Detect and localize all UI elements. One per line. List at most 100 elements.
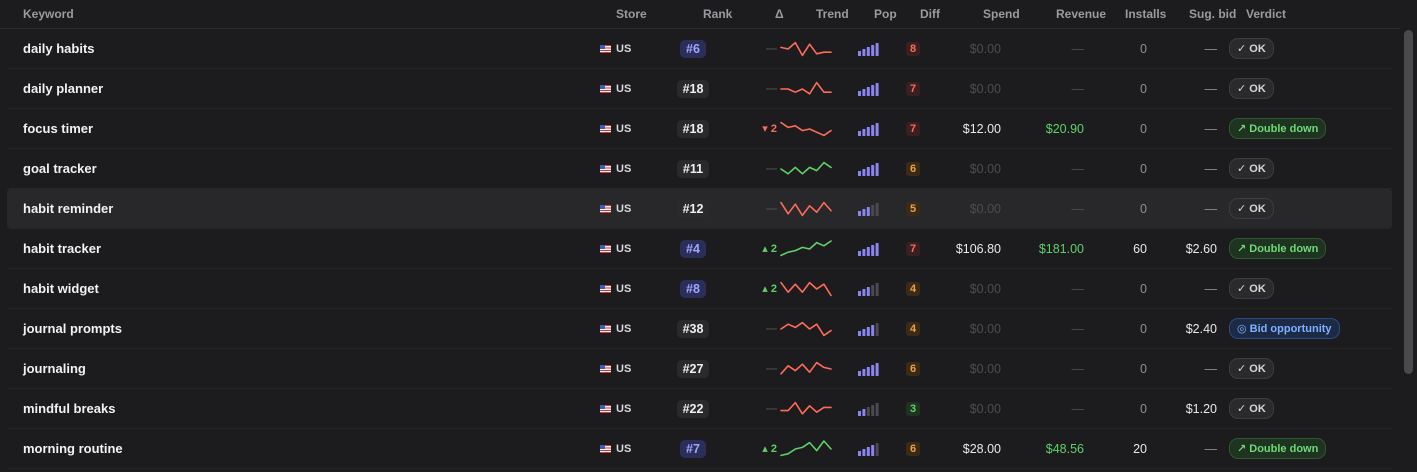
pop-bar [866,86,870,96]
rank-delta: — [737,389,777,428]
verdict-badge[interactable]: ✓ OK [1229,358,1274,379]
verdict-cell[interactable]: ✓ OK [1229,269,1274,308]
col-sug-bid[interactable]: Sug. bid [1189,7,1236,21]
col-spend[interactable]: Spend [983,7,1020,21]
revenue-text: — [1071,81,1085,96]
col-verdict[interactable]: Verdict [1246,7,1286,21]
difficulty-cell: 7 [903,69,923,108]
verdict-badge[interactable]: ✓ OK [1229,38,1274,59]
revenue-text: — [1071,281,1085,296]
trend-sparkline [780,109,834,148]
verdict-badge[interactable]: ↗ Double down [1229,118,1327,139]
table-row[interactable]: goal tracker US #11 — 6 $0.00 — 0 — ✓ OK [7,149,1392,189]
keyword-cell[interactable]: goal tracker [23,149,97,188]
table-row[interactable]: focus timer US #18 ▾ 2 7 $12.00 $20.90 0 — ↗ Doub… [7,109,1392,149]
verdict-badge[interactable]: ↗ Double down [1229,438,1327,459]
keyword-cell[interactable]: morning routine [23,429,123,468]
keyword-cell[interactable]: habit tracker [23,229,101,268]
difficulty-cell: 6 [903,349,923,388]
table-row[interactable]: morning routine US #7 ▴ 2 6 $28.00 $48.56 20 — ↗ … [7,429,1392,469]
col-diff[interactable]: Diff [920,7,940,21]
signal-icon [858,82,879,96]
verdict-badge[interactable]: ✓ OK [1229,398,1274,419]
keyword-cell[interactable]: habit widget [23,269,99,308]
col-pop[interactable]: Pop [874,7,897,21]
suggested-bid-cell: — [1157,69,1218,108]
keyword-cell[interactable]: daily habits [23,29,95,68]
verdict-badge[interactable]: ◎ Bid opportunity [1229,318,1340,339]
table-row[interactable]: habit reminder US #12 — 5 $0.00 — 0 — ✓ OK [7,189,1392,229]
verdict-cell[interactable]: ✓ OK [1229,189,1274,228]
pop-bar [858,410,861,416]
verdict-cell[interactable]: ◎ Bid opportunity [1229,309,1340,348]
sparkline-line [780,121,832,136]
verdict-badge[interactable]: ✓ OK [1229,158,1274,179]
trend-sparkline [780,229,834,268]
suggested-bid-text: $2.40 [1185,321,1217,336]
keyword-text: habit widget [23,281,99,296]
installs-cell: 0 [1107,189,1147,228]
trend-sparkline [780,389,834,428]
keyword-cell[interactable]: mindful breaks [23,389,115,428]
table-row[interactable]: habit widget US #8 ▴ 2 4 $0.00 — 0 — ✓ OK [7,269,1392,309]
verdict-cell[interactable]: ✓ OK [1229,349,1274,388]
pop-bar [875,402,879,416]
col-rank[interactable]: Rank [703,7,732,21]
pop-bar [875,322,879,336]
sparkline-line [780,321,832,336]
installs-text: 0 [1140,281,1147,296]
table-row[interactable]: mindful breaks US #22 — 3 $0.00 — 0 $1.20 ✓ OK [7,389,1392,429]
verdict-cell[interactable]: ✓ OK [1229,389,1274,428]
col-installs[interactable]: Installs [1125,7,1166,21]
keyword-cell[interactable]: journal prompts [23,309,122,348]
spend-cell: $0.00 [927,189,1001,228]
spend-text: $0.00 [969,321,1001,336]
pop-bar [858,330,861,336]
signal-icon [858,442,879,456]
verdict-badge[interactable]: ↗ Double down [1229,238,1327,259]
pop-bar [866,406,870,416]
scrollbar-thumb[interactable] [1404,30,1413,374]
installs-text: 0 [1140,401,1147,416]
pop-bar [862,368,866,376]
us-flag-icon [600,204,611,213]
trend-sparkline [780,149,834,188]
table-row[interactable]: daily planner US #18 — 7 $0.00 — 0 — ✓ OK [7,69,1392,109]
pop-bar [871,84,875,96]
revenue-cell: — [1007,389,1085,428]
col-trend[interactable]: Trend [816,7,849,21]
spend-text: $0.00 [969,81,1001,96]
spend-cell: $0.00 [927,69,1001,108]
verdict-cell[interactable]: ↗ Double down [1229,229,1327,268]
spend-text: $0.00 [969,41,1001,56]
sparkline-svg [780,281,832,296]
table-row[interactable]: journaling US #27 — 6 $0.00 — 0 — ✓ OK [7,349,1392,389]
installs-cell: 0 [1107,109,1147,148]
pop-bar [858,210,861,216]
table-row[interactable]: habit tracker US #4 ▴ 2 7 $106.80 $181.00 60 $2.… [7,229,1392,269]
verdict-cell[interactable]: ↗ Double down [1229,109,1327,148]
col-revenue[interactable]: Revenue [1056,7,1106,21]
verdict-badge[interactable]: ✓ OK [1229,278,1274,299]
table-row[interactable]: daily habits US #6 — 8 $0.00 — 0 — ✓ OK [7,29,1392,69]
verdict-badge[interactable]: ✓ OK [1229,78,1274,99]
verdict-cell[interactable]: ✓ OK [1229,149,1274,188]
col-delta[interactable]: Δ [775,7,784,21]
sparkline-line [780,161,832,175]
col-keyword[interactable]: Keyword [23,7,74,21]
difficulty-badge: 6 [905,361,921,376]
verdict-cell[interactable]: ↗ Double down [1229,429,1327,468]
verdict-badge[interactable]: ✓ OK [1229,198,1274,219]
keyword-cell[interactable]: daily planner [23,69,103,108]
table-row[interactable]: journal prompts US #38 — 4 $0.00 — 0 $2.40 ◎ Bid … [7,309,1392,349]
pop-bar [871,164,875,176]
keyword-cell[interactable]: journaling [23,349,86,388]
verdict-cell[interactable]: ✓ OK [1229,69,1274,108]
sparkline-svg [780,401,832,415]
keyword-cell[interactable]: focus timer [23,109,93,148]
keyword-text: morning routine [23,441,123,456]
keyword-cell[interactable]: habit reminder [23,189,113,228]
difficulty-badge: 7 [905,241,921,256]
col-store[interactable]: Store [616,7,647,21]
verdict-cell[interactable]: ✓ OK [1229,29,1274,68]
